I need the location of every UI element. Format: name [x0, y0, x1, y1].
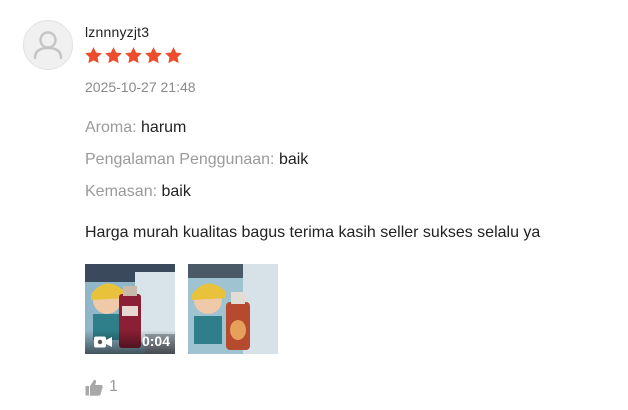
video-camera-icon [94, 336, 112, 348]
video-thumbnail[interactable]: 0:04 [85, 264, 175, 354]
product-photo [188, 264, 278, 354]
star-icon [125, 47, 142, 64]
photo-thumbnail[interactable] [188, 264, 278, 354]
like-button[interactable]: 1 [85, 378, 118, 396]
star-rating [84, 46, 183, 65]
username: lznnnyzjt3 [85, 24, 150, 40]
attribute-label: Kemasan: [85, 183, 158, 200]
attribute-value: harum [141, 119, 187, 136]
video-duration: 0:04 [141, 333, 170, 349]
attribute-label: Aroma: [85, 119, 137, 136]
attribute-value: baik [161, 183, 191, 200]
star-icon [145, 47, 162, 64]
default-user-icon [33, 31, 63, 60]
star-icon [85, 47, 102, 64]
attribute-packaging: Kemasan: baik [85, 183, 191, 201]
attribute-value: baik [278, 151, 309, 168]
thumbs-up-icon [85, 379, 103, 396]
avatar[interactable] [23, 20, 73, 70]
star-icon [165, 47, 182, 64]
like-count: 1 [109, 378, 118, 395]
review-timestamp: 2025-10-27 21:48 [85, 79, 196, 95]
attribute-aroma: Aroma: harum [85, 119, 186, 137]
attribute-usage-experience: Pengalaman Penggunaan: baik [85, 151, 308, 169]
star-icon [105, 47, 122, 64]
attribute-label: Pengalaman Penggunaan: [85, 151, 275, 168]
review-comment: Harga murah kualitas bagus terima kasih … [85, 224, 541, 241]
